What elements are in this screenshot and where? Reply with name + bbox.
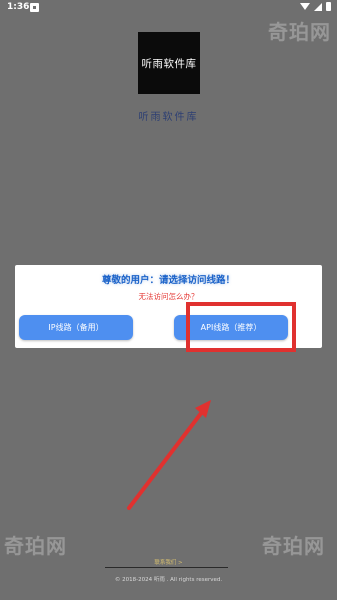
watermark-bottom-left: 奇珀网 [4,530,67,559]
copyright-text: © 2018-2024 听雨 . All rights reserved. [114,577,223,583]
watermark-text: 奇珀网 [262,534,325,558]
watermark-text: 奇珀网 [4,534,67,558]
footer-divider [105,567,228,568]
contact-link[interactable]: 联系我们 > [0,558,337,566]
watermark-bottom-right: 奇珀网 [262,530,325,559]
annotation-arrow [127,400,211,510]
arrow-shaft [127,410,204,510]
